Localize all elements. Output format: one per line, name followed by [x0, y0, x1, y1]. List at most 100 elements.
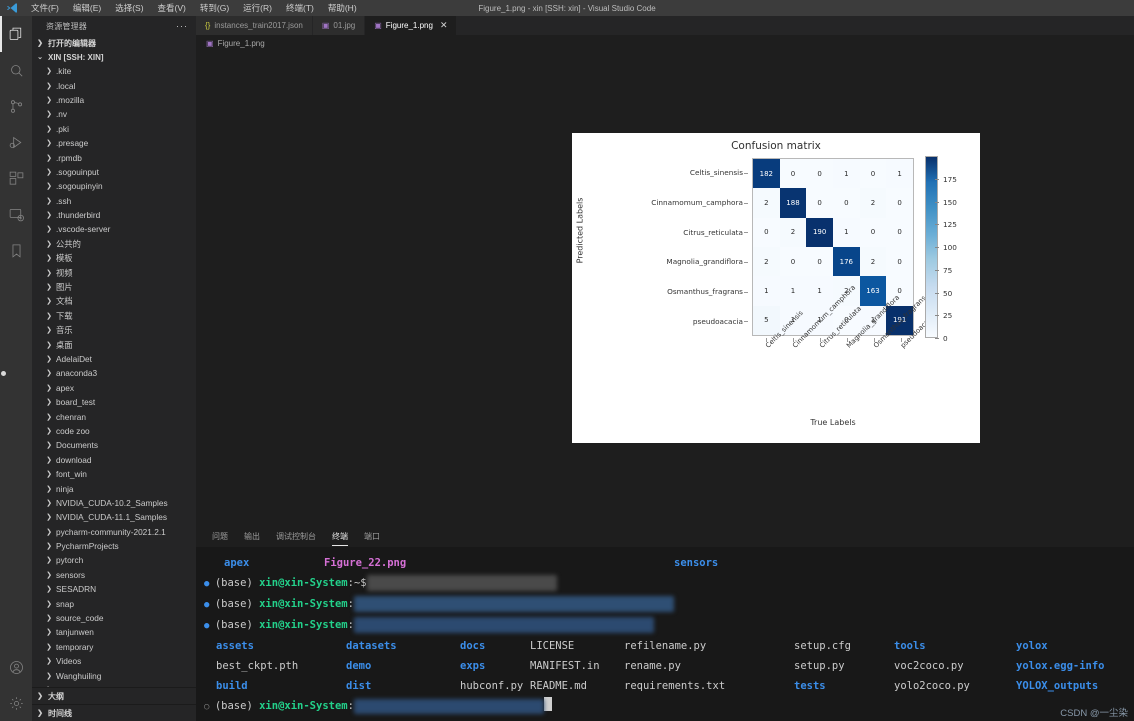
y-axis-title: Predicted Labels	[575, 197, 585, 264]
tree-item[interactable]: ❯ code zoo	[32, 424, 196, 438]
tree-item[interactable]: ❯ .rpmdb	[32, 150, 196, 164]
menu-selection[interactable]: 选择(S)	[108, 1, 150, 15]
menu-edit[interactable]: 编辑(E)	[66, 1, 108, 15]
run-debug-icon[interactable]	[0, 124, 32, 160]
tree-item[interactable]: ❯ .local	[32, 78, 196, 92]
tree-item[interactable]: ❯ sensors	[32, 568, 196, 582]
breadcrumb[interactable]: ▣ Figure_1.png	[196, 35, 1134, 52]
tree-item-label: .thunderbird	[56, 210, 101, 221]
tree-item[interactable]: ❯ pycharm-community-2021.2.1	[32, 525, 196, 539]
tree-item[interactable]: ❯ .nv	[32, 107, 196, 121]
tree-item[interactable]: ❯ .sogoupinyin	[32, 179, 196, 193]
terminal-line: assets datasets docs LICENSE refilename.py se…	[204, 636, 1134, 656]
menu-terminal[interactable]: 终端(T)	[279, 1, 321, 15]
file-tree[interactable]: ❯ .kite ❯ .local ❯ .mozilla ❯ .nv ❯ .pki ❯ .presage…	[32, 64, 196, 687]
tree-item[interactable]: ❯ chenran	[32, 409, 196, 423]
panel-tab-ports[interactable]: 端口	[356, 525, 388, 547]
tab-01-jpg[interactable]: ▣ 01.jpg	[312, 16, 366, 35]
tree-item[interactable]: ❯ SESADRN	[32, 582, 196, 596]
menu-view[interactable]: 查看(V)	[151, 1, 193, 15]
section-open-editors[interactable]: ❯ 打开的编辑器	[32, 36, 196, 50]
tree-item[interactable]: ❯ anaconda3	[32, 366, 196, 380]
tree-item[interactable]: ❯ font_win	[32, 467, 196, 481]
sidebar-more-button[interactable]: ···	[176, 21, 188, 31]
tree-item[interactable]: ❯ 文档	[32, 294, 196, 308]
tree-item[interactable]: ❯ temporary	[32, 640, 196, 654]
tree-item[interactable]: ❯ .vscode-server	[32, 222, 196, 236]
tree-item[interactable]: ❯ NVIDIA_CUDA-10.2_Samples	[32, 496, 196, 510]
section-timeline-label: 时间线	[48, 708, 72, 718]
panel-tab-debug-console[interactable]: 调试控制台	[268, 525, 324, 547]
tree-item[interactable]: ❯ board_test	[32, 395, 196, 409]
settings-gear-icon[interactable]	[0, 685, 32, 721]
terminal-prompt-line[interactable]: ○ (base) xin@xin-System:	[204, 696, 1134, 717]
terminal-file-entry: rename.py	[624, 660, 681, 672]
tree-item[interactable]: ❯ 视频	[32, 265, 196, 279]
source-control-icon[interactable]	[0, 88, 32, 124]
tree-item[interactable]: ❯ .kite	[32, 64, 196, 78]
tab-instances-train2017-json[interactable]: {} instances_train2017.json	[196, 16, 313, 35]
y-tick-mark	[744, 261, 748, 263]
panel-tab-output[interactable]: 输出	[236, 525, 268, 547]
chevron-right-icon: ❯	[46, 514, 52, 522]
tree-item-label: .pki	[56, 123, 69, 134]
tree-item[interactable]: ❯ .thunderbird	[32, 208, 196, 222]
explorer-icon[interactable]	[0, 16, 32, 52]
terminal-file-entry: tools	[894, 640, 926, 652]
extensions-icon[interactable]	[0, 160, 32, 196]
tree-item[interactable]: ❯ 下载	[32, 309, 196, 323]
tree-item[interactable]: ❯ PycharmProjects	[32, 539, 196, 553]
menu-run[interactable]: 运行(R)	[236, 1, 279, 15]
tree-item[interactable]: ❯ NVIDIA_CUDA-11.1_Samples	[32, 510, 196, 524]
menu-file[interactable]: 文件(F)	[24, 1, 66, 15]
tree-item[interactable]: ❯ 模板	[32, 251, 196, 265]
tree-item[interactable]: ❯ Documents	[32, 438, 196, 452]
tree-item-label: .kite	[56, 66, 72, 77]
tree-item[interactable]: ❯ apex	[32, 381, 196, 395]
terminal-file-entry: demo	[346, 660, 372, 672]
tree-item[interactable]: ❯ .sogouinput	[32, 165, 196, 179]
tree-item[interactable]: ❯ AdelaiDet	[32, 352, 196, 366]
tabs-filler	[457, 16, 1134, 35]
remote-explorer-icon[interactable]	[0, 196, 32, 232]
search-icon[interactable]	[0, 52, 32, 88]
menu-go[interactable]: 转到(G)	[193, 1, 236, 15]
redacted-text	[353, 698, 544, 714]
tab-figure-1-png[interactable]: ▣ Figure_1.png ✕	[365, 16, 458, 35]
tree-item[interactable]: ❯ 音乐	[32, 323, 196, 337]
tree-item[interactable]: ❯ tanjunwen	[32, 625, 196, 639]
account-icon[interactable]	[0, 649, 32, 685]
terminal-file-entry: docs	[460, 640, 486, 652]
tree-item[interactable]: ❯ pytorch	[32, 553, 196, 567]
section-outline[interactable]: ❯ 大纲	[32, 687, 196, 704]
y-tick-label: Cinnamomum_camphora	[651, 197, 743, 207]
tree-item[interactable]: ❯ ninja	[32, 481, 196, 495]
tree-item[interactable]: ❯ source_code	[32, 611, 196, 625]
tree-item[interactable]: ❯ Wanghuiling	[32, 668, 196, 682]
close-icon[interactable]: ✕	[440, 20, 448, 31]
tree-item-label: SESADRN	[56, 584, 97, 595]
panel-tab-problems[interactable]: 问题	[204, 525, 236, 547]
section-timeline[interactable]: ❯ 时间线	[32, 704, 196, 721]
menu-bar[interactable]: 文件(F) 编辑(E) 选择(S) 查看(V) 转到(G) 运行(R) 终端(T…	[24, 1, 364, 15]
tree-item[interactable]: ❯ download	[32, 453, 196, 467]
tree-item[interactable]: ❯ Videos	[32, 654, 196, 668]
heatmap-cell: 2	[753, 247, 780, 277]
image-preview-area[interactable]: Confusion matrix Predicted Labels Celtis…	[196, 52, 1134, 525]
terminal-output[interactable]: apex Figure_22.png sensors ● (base) xin@xin…	[196, 547, 1134, 721]
tree-item[interactable]: ❯ 桌面	[32, 337, 196, 351]
tree-item[interactable]: ❯ .pki	[32, 122, 196, 136]
tree-item[interactable]: ❯ 图片	[32, 280, 196, 294]
bookmark-icon[interactable]	[0, 232, 32, 268]
tree-item[interactable]: ❯ .mozilla	[32, 93, 196, 107]
heatmap-cell: 0	[806, 159, 833, 189]
tree-item[interactable]: ❯ snap	[32, 596, 196, 610]
panel-tab-terminal[interactable]: 终端	[324, 525, 356, 547]
tree-item[interactable]: ❯ .ssh	[32, 194, 196, 208]
menu-help[interactable]: 帮助(H)	[321, 1, 364, 15]
tree-item[interactable]: ❯ .presage	[32, 136, 196, 150]
section-workspace-root[interactable]: ⌄ XIN [SSH: XIN]	[32, 50, 196, 64]
tree-item-label: 文档	[56, 296, 73, 307]
chevron-right-icon: ❯	[46, 341, 52, 349]
tree-item[interactable]: ❯ 公共的	[32, 237, 196, 251]
